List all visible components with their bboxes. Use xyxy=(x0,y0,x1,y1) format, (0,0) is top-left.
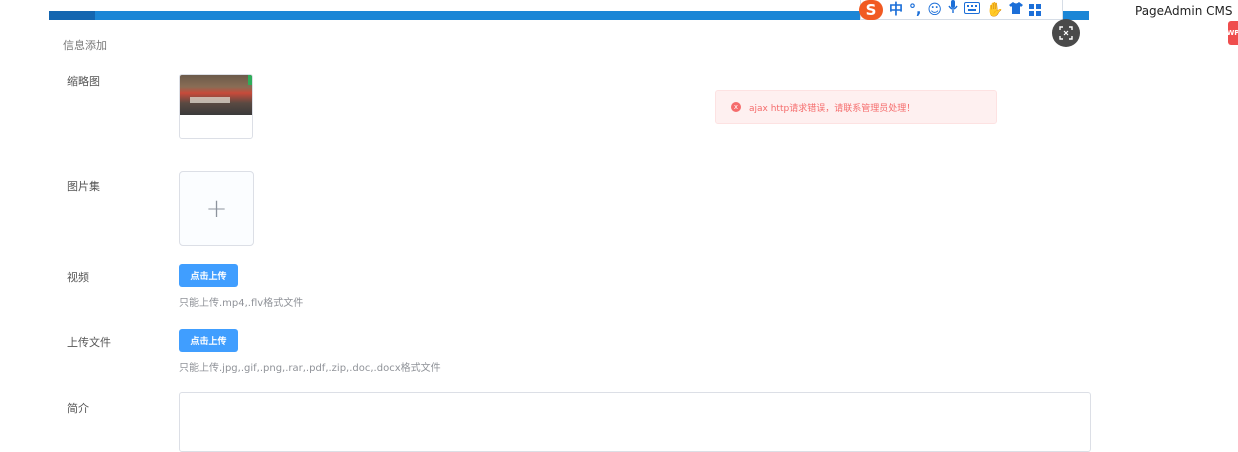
thumbnail-label: 缩略图 xyxy=(67,75,100,88)
ime-punct-toggle[interactable]: °, xyxy=(909,0,921,20)
hand-icon[interactable]: ✋ xyxy=(986,0,1003,20)
gallery-label: 图片集 xyxy=(67,180,100,193)
video-upload-button[interactable]: 点击上传 xyxy=(179,264,238,287)
screenshot-icon[interactable] xyxy=(1052,19,1080,47)
page-title: 信息添加 xyxy=(63,39,107,52)
intro-textarea[interactable] xyxy=(179,392,1091,452)
ime-toolbar[interactable]: S 中 °, ☺ ✋ xyxy=(859,0,1063,20)
thumbnail-image xyxy=(180,75,252,115)
emoji-icon[interactable]: ☺ xyxy=(927,0,942,20)
intro-label: 简介 xyxy=(67,402,89,415)
grid-icon[interactable] xyxy=(1029,3,1042,16)
error-alert: x ajax http请求错误，请联系管理员处理！ xyxy=(715,90,997,124)
sogou-logo-icon[interactable]: S xyxy=(859,0,883,20)
video-label: 视频 xyxy=(67,271,89,284)
file-label: 上传文件 xyxy=(67,336,111,349)
side-tab[interactable]: WP xyxy=(1227,21,1238,45)
thumbnail-preview[interactable] xyxy=(179,74,253,139)
gallery-add-button[interactable]: + xyxy=(179,171,254,246)
error-icon: x xyxy=(731,102,741,112)
top-nav-active-segment[interactable] xyxy=(49,11,95,20)
file-upload-button[interactable]: 点击上传 xyxy=(179,329,238,352)
mic-icon[interactable] xyxy=(948,0,958,20)
keyboard-icon[interactable] xyxy=(963,0,980,20)
image-detail-table xyxy=(190,97,230,103)
image-detail-green xyxy=(248,75,252,85)
video-upload-tip: 只能上传.mp4,.flv格式文件 xyxy=(179,298,304,309)
brand-label: PageAdmin CMS xyxy=(1135,4,1233,18)
file-upload-tip: 只能上传.jpg,.gif,.png,.rar,.pdf,.zip,.doc,.… xyxy=(179,363,441,374)
ime-mode-toggle[interactable]: 中 xyxy=(889,0,903,20)
error-message: ajax http请求错误，请联系管理员处理！ xyxy=(749,103,916,114)
shirt-icon[interactable] xyxy=(1009,0,1024,20)
